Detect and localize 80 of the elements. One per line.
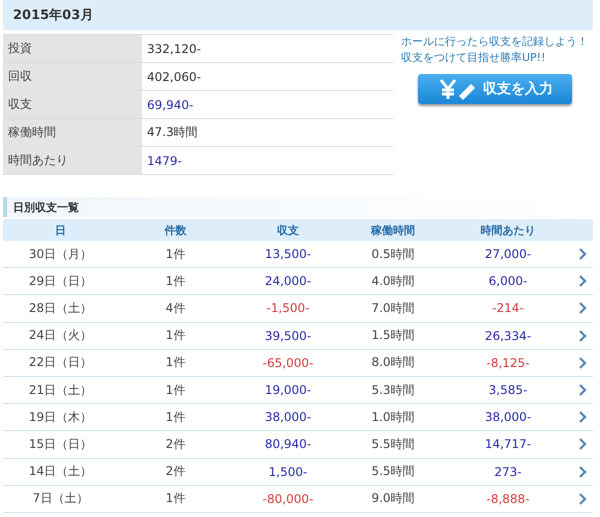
per-hour-cell-text: -8,888- xyxy=(485,492,530,506)
column-header: 収支 xyxy=(276,222,300,238)
balance-cell-text: 1,500- xyxy=(268,464,308,479)
balance-cell-text: -1,500- xyxy=(265,301,310,316)
per-hour-cell-text: 6,000- xyxy=(488,274,528,288)
per-hour-cell-text: 273- xyxy=(493,464,523,479)
summary-value: 47.3時間 xyxy=(146,124,199,141)
hours-cell-text: 5.5時間 xyxy=(370,436,416,453)
hours-cell-text: 5.3時間 xyxy=(370,382,416,399)
summary-label: 回収 xyxy=(3,63,142,90)
summary-label: 時間あたり xyxy=(3,147,142,174)
per-hour-cell-text: 27,000- xyxy=(484,247,532,262)
day-cell-text: 30日（月） xyxy=(28,246,94,263)
hours-cell-text: 1.5時間 xyxy=(370,327,416,344)
count-cell-text: 1件 xyxy=(164,272,186,290)
summary-label: 稼働時間 xyxy=(3,119,142,146)
summary-value: 332,120- xyxy=(146,40,202,58)
chevron-right-icon[interactable] xyxy=(579,438,587,450)
hours-cell-text: 7.0時間 xyxy=(370,300,416,317)
column-header: 稼働時間 xyxy=(370,222,416,238)
hours-cell-text: 1.0時間 xyxy=(370,408,416,426)
summary-value: 1479- xyxy=(146,152,183,170)
month-title: 2015年03月 xyxy=(13,7,94,24)
balance-cell-text: 80,940- xyxy=(264,437,312,452)
chevron-right-icon[interactable] xyxy=(579,384,587,396)
hours-cell-text: 0.5時間 xyxy=(370,246,416,263)
count-cell-text: 1件 xyxy=(164,327,186,344)
summary-label: 収支 xyxy=(3,91,142,118)
hours-cell-text: 9.0時間 xyxy=(370,490,416,508)
count-cell-text: 1件 xyxy=(164,246,186,263)
chevron-right-icon[interactable] xyxy=(579,356,587,369)
balance-cell-text: 39,500- xyxy=(264,328,312,343)
count-cell-text: 1件 xyxy=(164,408,186,426)
day-cell-text: 19日（木） xyxy=(28,408,94,426)
section-title: 日別収支一覧 xyxy=(13,200,79,214)
count-cell-text: 1件 xyxy=(164,354,186,372)
enter-balance-button[interactable]: 収支を入力 xyxy=(418,74,572,104)
per-hour-cell-text: 14,717- xyxy=(484,437,532,452)
balance-cell-text: 13,500- xyxy=(264,247,312,262)
chevron-right-icon[interactable] xyxy=(579,466,587,478)
chevron-right-icon[interactable] xyxy=(579,275,587,288)
day-cell-text: 29日（日） xyxy=(28,272,94,290)
column-header: 件数 xyxy=(163,222,188,238)
chevron-right-icon[interactable] xyxy=(579,330,587,342)
summary-value: 69,940- xyxy=(146,96,194,114)
balance-cell-text: 19,000- xyxy=(264,383,312,398)
balance-cell-text: 24,000- xyxy=(264,274,312,288)
balance-cell-text: 38,000- xyxy=(264,410,312,424)
promo-text: ホールに行ったら収支を記録しよう！収支をつけて目指せ勝率UP!! xyxy=(401,34,589,66)
hours-cell-text: 8.0時間 xyxy=(370,354,416,372)
hours-cell-text: 5.5時間 xyxy=(370,463,416,480)
day-cell-text: 28日（土） xyxy=(28,300,94,317)
summary-label: 投資 xyxy=(3,35,142,62)
day-cell-text: 15日（日） xyxy=(28,436,94,453)
per-hour-cell-text: 26,334- xyxy=(484,328,532,343)
count-cell-text: 1件 xyxy=(164,382,186,399)
day-cell-text: 21日（土） xyxy=(28,382,94,399)
count-cell-text: 1件 xyxy=(164,490,186,508)
day-cell-text: 24日（火） xyxy=(28,327,94,344)
day-cell-text: 7日（土） xyxy=(32,490,90,508)
column-header: 時間あたり xyxy=(480,222,536,238)
day-cell-text: 14日（土） xyxy=(28,463,94,480)
hours-cell-text: 4.0時間 xyxy=(370,272,416,290)
chevron-right-icon[interactable] xyxy=(579,248,587,260)
count-cell-text: 2件 xyxy=(164,436,186,453)
chevron-right-icon[interactable] xyxy=(579,302,587,314)
count-cell-text: 4件 xyxy=(164,300,186,317)
balance-cell-text: -80,000- xyxy=(262,492,314,506)
per-hour-cell-text: -214- xyxy=(491,301,525,316)
balance-cell-text: -65,000- xyxy=(262,356,314,370)
per-hour-cell-text: -8,125- xyxy=(485,356,530,370)
day-cell-text: 22日（日） xyxy=(28,354,94,372)
yen-pencil-icon xyxy=(437,78,477,100)
chevron-right-icon[interactable] xyxy=(579,411,587,424)
summary-value: 402,060- xyxy=(146,68,202,86)
chevron-right-icon[interactable] xyxy=(579,492,587,505)
column-header: 日 xyxy=(54,222,67,238)
per-hour-cell-text: 3,585- xyxy=(488,383,528,398)
count-cell-text: 2件 xyxy=(164,463,186,480)
per-hour-cell-text: 38,000- xyxy=(484,410,532,424)
